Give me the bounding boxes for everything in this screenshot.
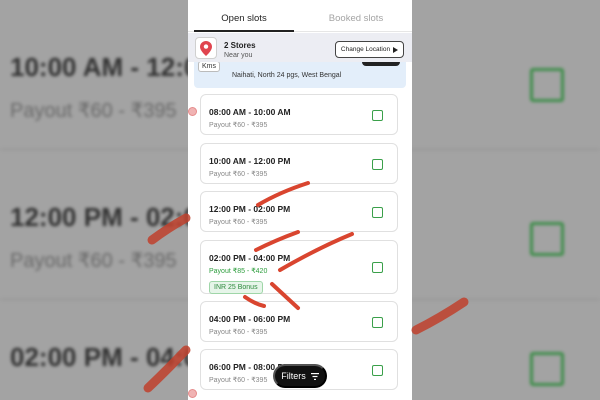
- slot-checkbox[interactable]: [372, 159, 383, 170]
- map-pin-icon: [200, 40, 212, 56]
- slot-payout: Payout ₹60 - ₹395: [209, 377, 268, 384]
- background-checkbox: [530, 222, 564, 256]
- filters-button[interactable]: Filters: [273, 364, 327, 388]
- background-slot-row: [412, 300, 600, 400]
- edge-marker: [188, 107, 197, 116]
- change-location-button[interactable]: Change Location: [335, 41, 404, 58]
- address-tag: [362, 62, 400, 66]
- phone-screen: Open slots Booked slots 2 Stores Near yo…: [188, 0, 412, 400]
- background-right-panel: [412, 0, 600, 400]
- background-slot-time: 10:00 AM - 12:00 PM: [10, 52, 188, 82]
- slot-payout: Payout ₹85 - ₹420: [209, 268, 268, 275]
- slot-card-bonus[interactable]: 02:00 PM - 04:00 PM Payout ₹85 - ₹420 IN…: [200, 240, 398, 294]
- slot-time: 08:00 AM - 10:00 AM: [209, 107, 291, 117]
- edge-marker: [188, 389, 197, 398]
- slot-time: 04:00 PM - 06:00 PM: [209, 314, 291, 324]
- distance-badge: Kms: [198, 62, 220, 72]
- background-checkbox: [530, 352, 564, 386]
- tab-booked-slots[interactable]: Booked slots: [300, 0, 412, 31]
- slot-payout: Payout ₹60 - ₹395: [209, 122, 268, 129]
- slot-card[interactable]: 08:00 AM - 10:00 AM Payout ₹60 - ₹395: [200, 94, 398, 135]
- store-count: 2 Stores: [224, 41, 256, 50]
- background-slot-row: [412, 150, 600, 300]
- background-slot-row: 02:00 PM - 04:00 PM: [0, 300, 188, 400]
- store-pin-box: [195, 37, 217, 59]
- slot-payout: Payout ₹60 - ₹395: [209, 171, 268, 178]
- background-slot-payout: Payout ₹60 - ₹395: [10, 250, 177, 272]
- background-left-panel: 10:00 AM - 12:00 PM Payout ₹60 - ₹395 12…: [0, 0, 188, 400]
- filters-label: Filters: [281, 371, 306, 381]
- slot-checkbox[interactable]: [372, 207, 383, 218]
- slot-checkbox[interactable]: [372, 365, 383, 376]
- background-slot-payout: Payout ₹60 - ₹395: [10, 100, 177, 122]
- background-slot-time: 12:00 PM - 02:00 PM: [10, 202, 188, 232]
- background-slot-time: 02:00 PM - 04:00 PM: [10, 342, 188, 372]
- store-address: Naihati, North 24 pgs, West Bengal: [232, 72, 342, 79]
- slot-checkbox[interactable]: [372, 110, 383, 121]
- slot-time: 12:00 PM - 02:00 PM: [209, 204, 291, 214]
- background-slot-row: 10:00 AM - 12:00 PM Payout ₹60 - ₹395: [0, 0, 188, 150]
- tab-open-slots[interactable]: Open slots: [188, 0, 300, 32]
- address-banner: Kms Naihati, North 24 pgs, West Bengal: [194, 62, 406, 88]
- slot-time: 10:00 AM - 12:00 PM: [209, 156, 291, 166]
- slot-card[interactable]: 12:00 PM - 02:00 PM Payout ₹60 - ₹395: [200, 191, 398, 232]
- bonus-badge: INR 25 Bonus: [209, 281, 263, 294]
- background-slot-row: [412, 0, 600, 150]
- filter-lines-icon: [310, 372, 319, 380]
- store-subtitle: Near you: [224, 52, 253, 59]
- background-checkbox: [530, 68, 564, 102]
- slot-time: 02:00 PM - 04:00 PM: [209, 253, 291, 263]
- slot-card[interactable]: 10:00 AM - 12:00 PM Payout ₹60 - ₹395: [200, 143, 398, 184]
- slot-payout: Payout ₹60 - ₹395: [209, 219, 268, 226]
- background-slot-row: 12:00 PM - 02:00 PM Payout ₹60 - ₹395: [0, 150, 188, 300]
- change-location-label: Change Location: [340, 46, 391, 53]
- slot-checkbox[interactable]: [372, 317, 383, 328]
- slot-checkbox[interactable]: [372, 262, 383, 273]
- slot-payout: Payout ₹60 - ₹395: [209, 329, 268, 336]
- store-header: 2 Stores Near you Change Location: [188, 33, 412, 62]
- slot-card[interactable]: 04:00 PM - 06:00 PM Payout ₹60 - ₹395: [200, 301, 398, 342]
- chevron-right-icon: [393, 46, 399, 53]
- slot-tabs: Open slots Booked slots: [188, 0, 412, 32]
